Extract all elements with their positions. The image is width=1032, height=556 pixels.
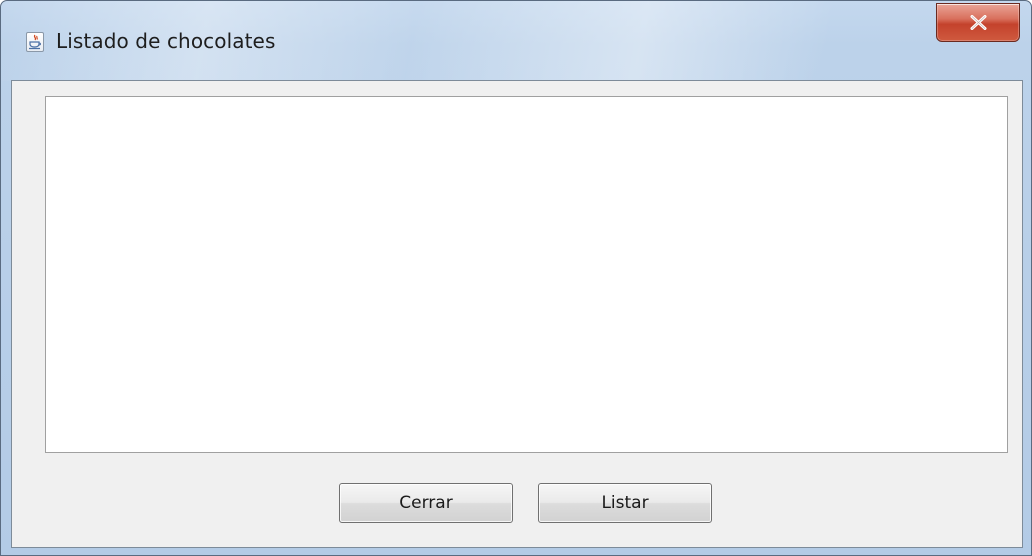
application-window: Listado de chocolates Cerrar Listar <box>0 0 1032 556</box>
close-button[interactable] <box>936 3 1020 42</box>
java-cup-icon[interactable] <box>26 32 44 52</box>
chocolates-list-area[interactable] <box>45 96 1008 453</box>
cerrar-button[interactable]: Cerrar <box>339 483 513 523</box>
content-panel: Cerrar Listar <box>11 80 1023 548</box>
listar-button[interactable]: Listar <box>538 483 712 523</box>
title-bar[interactable]: Listado de chocolates <box>1 1 1031 79</box>
window-title: Listado de chocolates <box>56 29 276 53</box>
close-icon <box>970 15 987 30</box>
